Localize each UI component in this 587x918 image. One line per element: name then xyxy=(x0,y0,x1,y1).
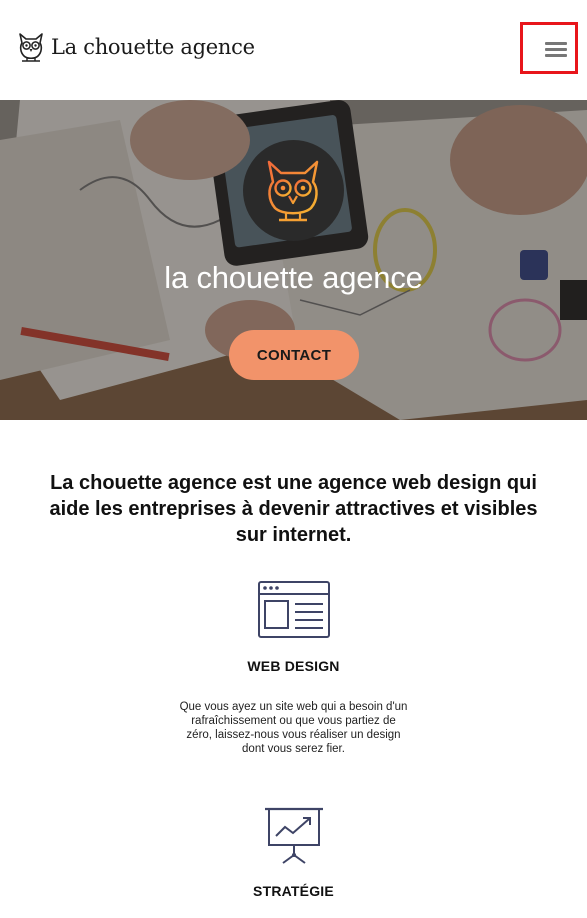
service-title: WEB DESIGN xyxy=(247,658,340,674)
brand-link[interactable]: La chouette agence xyxy=(16,30,255,64)
service-strategy: STRATÉGIE xyxy=(0,805,587,899)
brand-name: La chouette agence xyxy=(51,35,255,59)
service-description: Que vous ayez un site web qui a besoin d… xyxy=(179,701,408,755)
hamburger-menu-icon-bar xyxy=(545,48,567,51)
hamburger-menu-icon xyxy=(545,42,567,45)
service-web-design: WEB DESIGN Que vous ayez un site web qui… xyxy=(0,580,587,756)
owl-logo-icon xyxy=(19,33,43,62)
hero-logo-badge xyxy=(243,140,344,241)
intro-text: La chouette agence est une agence web de… xyxy=(49,472,538,546)
service-title: STRATÉGIE xyxy=(253,883,334,899)
contact-button[interactable]: CONTACT xyxy=(229,330,359,380)
owl-logo-icon xyxy=(267,160,319,222)
hamburger-menu-icon-bar xyxy=(545,54,567,57)
site-header: La chouette agence xyxy=(0,0,587,100)
web-design-icon xyxy=(257,581,330,638)
strategy-chart-icon xyxy=(264,807,323,864)
menu-toggle-button[interactable] xyxy=(520,22,578,74)
hero-section: la chouette agence CONTACT xyxy=(0,100,587,420)
hero-title: la chouette agence xyxy=(164,260,423,295)
